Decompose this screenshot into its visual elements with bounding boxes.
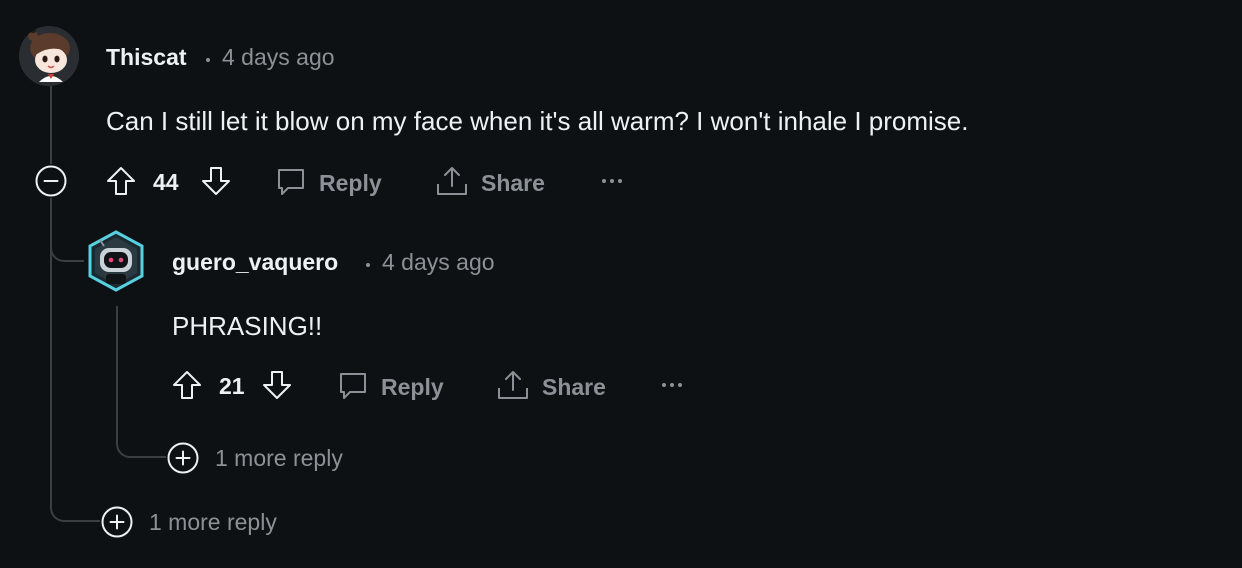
comment-timestamp[interactable]: 4 days ago	[222, 44, 335, 71]
reply-button[interactable]: Reply	[336, 366, 448, 406]
share-icon	[498, 371, 528, 399]
more-replies-label: 1 more reply	[149, 509, 277, 535]
avatar[interactable]	[19, 26, 79, 86]
reply-username[interactable]: guero_vaquero	[172, 249, 338, 276]
reply-label: Reply	[319, 170, 382, 196]
more-replies-label: 1 more reply	[215, 445, 343, 471]
share-button[interactable]: Share	[495, 366, 611, 406]
more-replies-button[interactable]: 1 more reply	[166, 440, 366, 476]
speech-bubble-icon	[278, 169, 304, 195]
thread-curve-to-reply	[50, 210, 84, 262]
thread-line-top	[50, 86, 52, 164]
share-label: Share	[542, 374, 606, 400]
arrow-up-icon[interactable]	[170, 368, 204, 402]
reply-avatar[interactable]	[86, 230, 146, 292]
arrow-down-icon[interactable]	[199, 164, 233, 198]
comment-username[interactable]: Thiscat	[106, 44, 187, 71]
reply-score: 21	[219, 373, 245, 399]
meta-separator	[366, 263, 370, 267]
ellipsis-icon[interactable]	[658, 374, 686, 396]
minus-circle-icon[interactable]	[34, 164, 68, 198]
ellipsis-icon[interactable]	[598, 170, 626, 192]
reply-thread-curve	[116, 306, 166, 458]
robot-avatar-icon	[88, 230, 144, 292]
reply-timestamp[interactable]: 4 days ago	[382, 249, 495, 276]
comment-score: 44	[153, 169, 179, 195]
share-icon	[437, 167, 467, 195]
plus-circle-icon	[101, 506, 133, 538]
reply-body: PHRASING!!	[172, 311, 323, 341]
share-label: Share	[481, 170, 545, 196]
meta-separator	[206, 58, 210, 62]
plus-circle-icon	[167, 442, 199, 474]
arrow-down-icon[interactable]	[260, 368, 294, 402]
reply-button[interactable]: Reply	[274, 162, 386, 202]
thread-curve-to-more	[50, 470, 100, 522]
reply-label: Reply	[381, 374, 444, 400]
arrow-up-icon[interactable]	[104, 164, 138, 198]
snoo-avatar-icon	[19, 26, 79, 86]
speech-bubble-icon	[340, 373, 366, 399]
comment-body: Can I still let it blow on my face when …	[106, 106, 969, 136]
more-replies-button[interactable]: 1 more reply	[100, 504, 300, 540]
share-button[interactable]: Share	[434, 162, 550, 202]
